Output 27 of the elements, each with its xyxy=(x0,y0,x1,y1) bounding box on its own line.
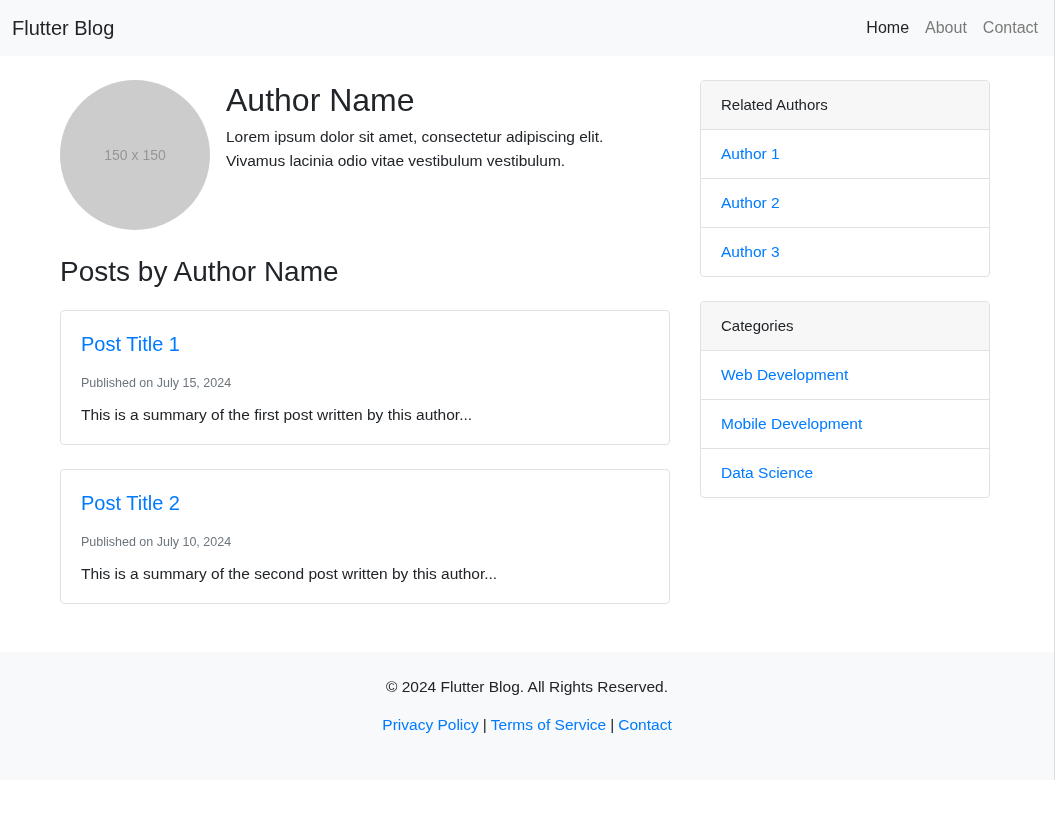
post-date: Published on July 10, 2024 xyxy=(81,535,233,549)
sidebar-link[interactable]: Web Development xyxy=(701,351,989,400)
author-name: Author Name xyxy=(226,82,416,119)
post-summary: This is a summary of the first post written by this author... xyxy=(81,406,474,424)
footer-link[interactable]: Terms of Service xyxy=(490,716,607,734)
footer-link[interactable]: Privacy Policy xyxy=(382,716,479,734)
sidebar-link[interactable]: Mobile Development xyxy=(701,400,989,449)
post-title-link[interactable]: Post Title 1 xyxy=(81,333,649,356)
separator: | xyxy=(482,716,487,734)
sidebar-link[interactable]: Author 2 xyxy=(701,179,989,228)
post-date: Published on July 15, 2024 xyxy=(81,376,233,390)
author-bio: Lorem ipsum dolor sit amet, consectetur adipiscing elit. Vivamus lacinia odio vitae vestibulum vestibulum. xyxy=(226,127,605,171)
copyright-text: © 2024 Flutter Blog. All Rights Reserved. xyxy=(386,678,668,696)
post-summary: This is a summary of the second post written by this author... xyxy=(81,565,499,583)
nav-link[interactable]: About xyxy=(925,19,967,37)
sidebar-link[interactable]: Author 3 xyxy=(701,228,989,276)
post-title-link[interactable]: Post Title 2 xyxy=(81,492,649,515)
footer-link[interactable]: Contact xyxy=(618,716,672,734)
sidebar-card-header: Categories xyxy=(701,302,989,351)
posts-heading: Posts by Author Name xyxy=(60,256,340,288)
separator: | xyxy=(610,716,615,734)
sidebar-link[interactable]: Data Science xyxy=(701,449,989,497)
sidebar-link[interactable]: Author 1 xyxy=(701,130,989,179)
nav-link[interactable]: Contact xyxy=(982,19,1038,37)
nav-link[interactable]: Home xyxy=(866,19,910,37)
sidebar-card-header: Related Authors xyxy=(701,81,989,130)
brand-link[interactable]: Flutter Blog xyxy=(12,16,115,40)
